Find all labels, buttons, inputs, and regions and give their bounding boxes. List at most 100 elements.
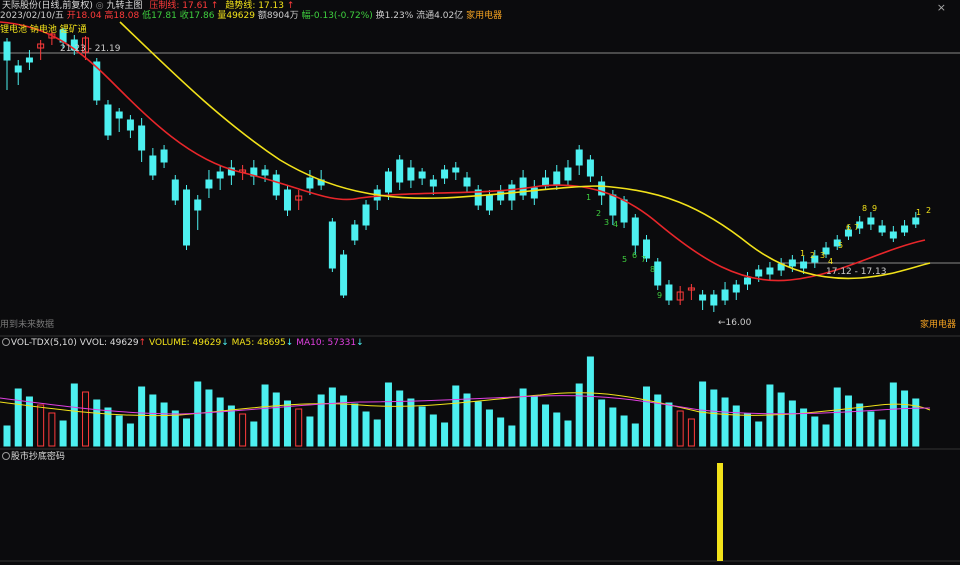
volume-bar: [732, 405, 740, 447]
candle-body: [564, 167, 572, 181]
volume-bar: [901, 390, 909, 447]
volume-bar: [160, 402, 168, 447]
candle-body: [362, 204, 370, 226]
volume-bar: [620, 415, 628, 447]
volume-bar: [183, 418, 191, 447]
candle-body: [441, 169, 449, 179]
volume-bar: [777, 392, 785, 447]
volume-bar: [497, 417, 505, 447]
volume-bar: [250, 421, 258, 447]
candle-body: [171, 179, 179, 201]
candle-body: [115, 111, 123, 119]
volume-bar: [3, 425, 11, 447]
candle-body: [283, 189, 291, 211]
td-count-number: 6: [846, 223, 851, 232]
close-icon[interactable]: ×: [937, 1, 946, 14]
td-count-number: 9: [872, 204, 877, 213]
candle-body: [328, 221, 336, 269]
volume-bar: [822, 424, 830, 447]
candle-body: [340, 254, 348, 296]
candle-body: [609, 194, 617, 216]
candle-body: [598, 181, 606, 196]
candle-body: [743, 277, 751, 285]
td-count-number: 5: [622, 255, 627, 264]
volume-bar: [743, 413, 751, 447]
volume-bar: [788, 400, 796, 447]
volume-bar: [485, 409, 493, 447]
td-count-number: 2: [810, 251, 815, 260]
indicator-name[interactable]: 九转主图: [106, 1, 142, 11]
volume-bar: [856, 403, 864, 447]
support-label: 17.12 - 17.13: [826, 267, 887, 277]
candle-body: [463, 177, 471, 187]
volume-bar: [878, 419, 886, 447]
quote-change: 幅-0.13(-0.72%): [301, 11, 373, 21]
td-count-number: 3: [820, 251, 825, 260]
volume-bar: [351, 403, 359, 447]
td-count-number: 4: [613, 220, 618, 229]
volume-bar: [519, 388, 527, 447]
candle-body: [575, 149, 583, 166]
candle-body: [631, 217, 639, 246]
candle-body: [620, 199, 628, 223]
volume-bar: [59, 420, 67, 447]
ma-long-line: [119, 21, 931, 280]
volume-bar: [575, 383, 583, 447]
volume-bar: [70, 383, 78, 447]
sector-tag[interactable]: 家用电器: [920, 320, 956, 331]
bottom-signal-bar: [717, 463, 723, 561]
candle-body: [14, 65, 22, 73]
settings-icon[interactable]: [2, 338, 10, 346]
candle-body: [306, 177, 314, 189]
volume-bar: [699, 381, 707, 447]
td-count-number: 5: [838, 241, 843, 250]
volume-bar: [239, 413, 247, 447]
concept-tags[interactable]: 锂电池 钠电池 锂矿通: [0, 25, 87, 36]
vol-indicator-name[interactable]: VOL-TDX(5,10): [11, 338, 77, 348]
volume-bar: [48, 412, 56, 447]
td-count-number: 6: [632, 251, 637, 260]
volume-bar: [93, 399, 101, 447]
candle-body: [654, 261, 662, 286]
volume-bar: [833, 387, 841, 447]
candle-body: [261, 169, 269, 176]
volume-bar: [441, 422, 449, 447]
volume-bar: [216, 397, 224, 447]
candle-body: [138, 125, 146, 151]
volume-bar: [609, 407, 617, 447]
volume-bar: [811, 416, 819, 447]
stock-title[interactable]: 天际股份(日线,前复权): [2, 1, 93, 11]
volume-bar: [889, 382, 897, 447]
candle-body: [183, 189, 191, 246]
candle-body: [878, 225, 886, 233]
ma-short-line: [0, 21, 926, 282]
volume-bar: [295, 408, 303, 447]
volume-bar: [553, 412, 561, 447]
candle-body: [665, 284, 673, 301]
vol-ma10: MA10: 57331: [296, 338, 357, 348]
volume-bar: [800, 408, 808, 447]
volume-bar: [564, 420, 572, 447]
pressure-line-value: 压制线: 17.61: [149, 1, 209, 11]
volume-bar: [710, 389, 718, 447]
candle-body: [530, 187, 538, 199]
td-count-number: 7: [854, 223, 859, 232]
stock-chart[interactable]: 123 45 6 7891 2 3456 78 9 1 2: [0, 0, 960, 565]
quote-sector[interactable]: 家用电器: [466, 11, 502, 21]
candle-body: [126, 119, 134, 131]
volume-bar: [272, 392, 280, 447]
candle-body: [901, 225, 909, 233]
volume-bar: [429, 414, 437, 447]
volume-legend: VOL-TDX(5,10) VVOL: 49629↑ VOLUME: 49629…: [0, 337, 364, 349]
candle-body: [800, 261, 808, 269]
resistance-label: 21.23 - 21.19: [60, 44, 121, 54]
quote-date: 2023/02/10/五: [0, 11, 64, 21]
settings-icon[interactable]: [2, 452, 10, 460]
volume-bar: [328, 387, 336, 447]
candle-body: [710, 294, 718, 306]
td-count-number: 2: [926, 206, 931, 215]
candle-body: [216, 171, 224, 179]
candle-body: [384, 171, 392, 193]
td-count-number: 4: [828, 257, 833, 266]
bottom-indicator-name[interactable]: 股市抄底密码: [11, 452, 65, 462]
